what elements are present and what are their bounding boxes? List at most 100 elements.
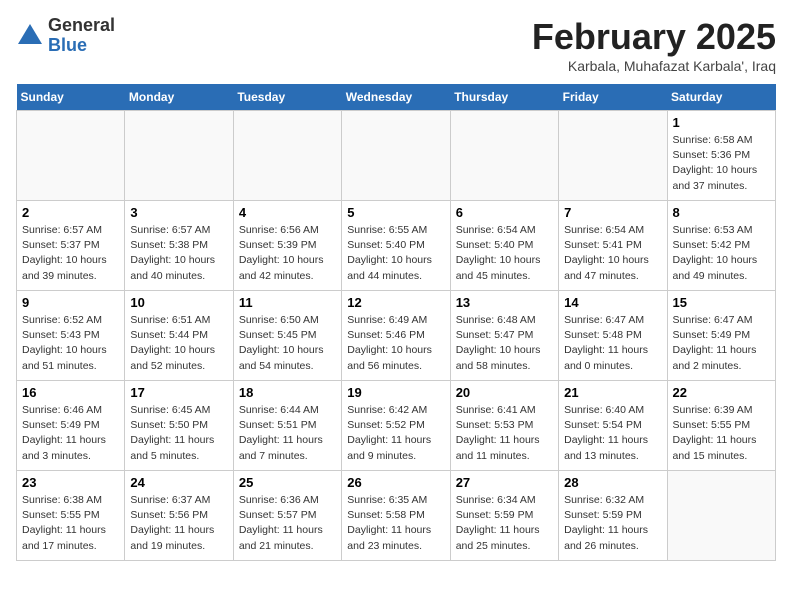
day-info: Sunrise: 6:37 AM Sunset: 5:56 PM Dayligh… xyxy=(130,493,227,554)
calendar-cell xyxy=(559,111,667,201)
calendar-cell: 13 Sunrise: 6:48 AM Sunset: 5:47 PM Dayli… xyxy=(450,291,558,381)
day-number: 15 xyxy=(673,295,770,310)
weekday-header-row: SundayMondayTuesdayWednesdayThursdayFrid… xyxy=(17,84,776,111)
day-info: Sunrise: 6:53 AM Sunset: 5:42 PM Dayligh… xyxy=(673,223,770,284)
calendar-week-5: 23Sunrise: 6:38 AM Sunset: 5:55 PM Dayli… xyxy=(17,471,776,561)
logo-blue-text: Blue xyxy=(48,36,115,56)
day-number: 22 xyxy=(673,385,770,400)
calendar-cell xyxy=(233,111,341,201)
calendar-cell xyxy=(450,111,558,201)
day-info: Sunrise: 6:47 AM Sunset: 5:49 PM Dayligh… xyxy=(673,313,770,374)
calendar-cell: 1 Sunrise: 6:58 AM Sunset: 5:36 PM Daylig… xyxy=(667,111,775,201)
day-number: 5 xyxy=(347,205,444,220)
calendar-cell: 16 Sunrise: 6:46 AM Sunset: 5:49 PM Dayli… xyxy=(17,381,125,471)
day-info: Sunrise: 6:36 AM Sunset: 5:57 PM Dayligh… xyxy=(239,493,336,554)
day-number: 27 xyxy=(456,475,553,490)
day-number: 19 xyxy=(347,385,444,400)
day-info: Sunrise: 6:58 AM Sunset: 5:36 PM Dayligh… xyxy=(673,133,770,194)
calendar-week-4: 16 Sunrise: 6:46 AM Sunset: 5:49 PM Dayli… xyxy=(17,381,776,471)
day-number: 18 xyxy=(239,385,336,400)
page-header: General Blue February 2025 Karbala, Muha… xyxy=(16,16,776,74)
day-number: 28 xyxy=(564,475,661,490)
weekday-header-wednesday: Wednesday xyxy=(342,84,450,111)
day-info: Sunrise: 6:40 AM Sunset: 5:54 PM Dayligh… xyxy=(564,403,661,464)
calendar-week-2: 2 Sunrise: 6:57 AM Sunset: 5:37 PM Daylig… xyxy=(17,201,776,291)
day-info: Sunrise: 6:52 AM Sunset: 5:43 PM Dayligh… xyxy=(22,313,119,374)
weekday-header-saturday: Saturday xyxy=(667,84,775,111)
calendar-cell: 3 Sunrise: 6:57 AM Sunset: 5:38 PM Daylig… xyxy=(125,201,233,291)
calendar-cell xyxy=(667,471,775,561)
day-number: 13 xyxy=(456,295,553,310)
calendar-week-3: 9Sunrise: 6:52 AM Sunset: 5:43 PM Daylig… xyxy=(17,291,776,381)
calendar-cell: 26 Sunrise: 6:35 AM Sunset: 5:58 PM Dayli… xyxy=(342,471,450,561)
calendar-cell: 24 Sunrise: 6:37 AM Sunset: 5:56 PM Dayli… xyxy=(125,471,233,561)
day-info: Sunrise: 6:55 AM Sunset: 5:40 PM Dayligh… xyxy=(347,223,444,284)
day-info: Sunrise: 6:51 AM Sunset: 5:44 PM Dayligh… xyxy=(130,313,227,374)
calendar-cell: 9Sunrise: 6:52 AM Sunset: 5:43 PM Daylig… xyxy=(17,291,125,381)
weekday-header-tuesday: Tuesday xyxy=(233,84,341,111)
logo-icon xyxy=(16,22,44,50)
calendar-cell: 2 Sunrise: 6:57 AM Sunset: 5:37 PM Daylig… xyxy=(17,201,125,291)
calendar-cell: 20 Sunrise: 6:41 AM Sunset: 5:53 PM Dayli… xyxy=(450,381,558,471)
day-number: 17 xyxy=(130,385,227,400)
day-number: 7 xyxy=(564,205,661,220)
day-number: 20 xyxy=(456,385,553,400)
day-info: Sunrise: 6:57 AM Sunset: 5:37 PM Dayligh… xyxy=(22,223,119,284)
day-number: 2 xyxy=(22,205,119,220)
day-info: Sunrise: 6:49 AM Sunset: 5:46 PM Dayligh… xyxy=(347,313,444,374)
calendar-cell: 8 Sunrise: 6:53 AM Sunset: 5:42 PM Daylig… xyxy=(667,201,775,291)
calendar-cell: 27Sunrise: 6:34 AM Sunset: 5:59 PM Dayli… xyxy=(450,471,558,561)
day-number: 14 xyxy=(564,295,661,310)
day-info: Sunrise: 6:47 AM Sunset: 5:48 PM Dayligh… xyxy=(564,313,661,374)
calendar-cell: 12Sunrise: 6:49 AM Sunset: 5:46 PM Dayli… xyxy=(342,291,450,381)
logo-general-text: General xyxy=(48,16,115,36)
calendar-subtitle: Karbala, Muhafazat Karbala', Iraq xyxy=(532,58,776,74)
day-number: 8 xyxy=(673,205,770,220)
calendar-cell xyxy=(342,111,450,201)
calendar-cell: 7 Sunrise: 6:54 AM Sunset: 5:41 PM Daylig… xyxy=(559,201,667,291)
calendar-cell: 21 Sunrise: 6:40 AM Sunset: 5:54 PM Dayli… xyxy=(559,381,667,471)
day-info: Sunrise: 6:57 AM Sunset: 5:38 PM Dayligh… xyxy=(130,223,227,284)
day-number: 24 xyxy=(130,475,227,490)
day-number: 16 xyxy=(22,385,119,400)
calendar-cell: 11 Sunrise: 6:50 AM Sunset: 5:45 PM Dayli… xyxy=(233,291,341,381)
calendar-cell: 15 Sunrise: 6:47 AM Sunset: 5:49 PM Dayli… xyxy=(667,291,775,381)
day-info: Sunrise: 6:54 AM Sunset: 5:41 PM Dayligh… xyxy=(564,223,661,284)
day-number: 21 xyxy=(564,385,661,400)
day-info: Sunrise: 6:35 AM Sunset: 5:58 PM Dayligh… xyxy=(347,493,444,554)
calendar-cell: 19 Sunrise: 6:42 AM Sunset: 5:52 PM Dayli… xyxy=(342,381,450,471)
day-number: 3 xyxy=(130,205,227,220)
weekday-header-thursday: Thursday xyxy=(450,84,558,111)
day-number: 6 xyxy=(456,205,553,220)
weekday-header-sunday: Sunday xyxy=(17,84,125,111)
day-number: 25 xyxy=(239,475,336,490)
weekday-header-monday: Monday xyxy=(125,84,233,111)
calendar-cell xyxy=(125,111,233,201)
day-info: Sunrise: 6:46 AM Sunset: 5:49 PM Dayligh… xyxy=(22,403,119,464)
day-info: Sunrise: 6:44 AM Sunset: 5:51 PM Dayligh… xyxy=(239,403,336,464)
calendar-cell: 28 Sunrise: 6:32 AM Sunset: 5:59 PM Dayli… xyxy=(559,471,667,561)
calendar-cell: 10 Sunrise: 6:51 AM Sunset: 5:44 PM Dayli… xyxy=(125,291,233,381)
day-info: Sunrise: 6:50 AM Sunset: 5:45 PM Dayligh… xyxy=(239,313,336,374)
day-info: Sunrise: 6:54 AM Sunset: 5:40 PM Dayligh… xyxy=(456,223,553,284)
day-number: 11 xyxy=(239,295,336,310)
day-number: 10 xyxy=(130,295,227,310)
day-info: Sunrise: 6:48 AM Sunset: 5:47 PM Dayligh… xyxy=(456,313,553,374)
calendar-cell: 5 Sunrise: 6:55 AM Sunset: 5:40 PM Daylig… xyxy=(342,201,450,291)
day-info: Sunrise: 6:32 AM Sunset: 5:59 PM Dayligh… xyxy=(564,493,661,554)
day-info: Sunrise: 6:42 AM Sunset: 5:52 PM Dayligh… xyxy=(347,403,444,464)
calendar-cell xyxy=(17,111,125,201)
day-info: Sunrise: 6:56 AM Sunset: 5:39 PM Dayligh… xyxy=(239,223,336,284)
day-info: Sunrise: 6:38 AM Sunset: 5:55 PM Dayligh… xyxy=(22,493,119,554)
title-block: February 2025 Karbala, Muhafazat Karbala… xyxy=(532,16,776,74)
calendar-cell: 6 Sunrise: 6:54 AM Sunset: 5:40 PM Daylig… xyxy=(450,201,558,291)
calendar-cell: 17Sunrise: 6:45 AM Sunset: 5:50 PM Dayli… xyxy=(125,381,233,471)
day-number: 1 xyxy=(673,115,770,130)
day-info: Sunrise: 6:39 AM Sunset: 5:55 PM Dayligh… xyxy=(673,403,770,464)
day-info: Sunrise: 6:41 AM Sunset: 5:53 PM Dayligh… xyxy=(456,403,553,464)
day-number: 26 xyxy=(347,475,444,490)
weekday-header-friday: Friday xyxy=(559,84,667,111)
calendar-cell: 25 Sunrise: 6:36 AM Sunset: 5:57 PM Dayli… xyxy=(233,471,341,561)
calendar-header: SundayMondayTuesdayWednesdayThursdayFrid… xyxy=(17,84,776,111)
calendar-cell: 14 Sunrise: 6:47 AM Sunset: 5:48 PM Dayli… xyxy=(559,291,667,381)
